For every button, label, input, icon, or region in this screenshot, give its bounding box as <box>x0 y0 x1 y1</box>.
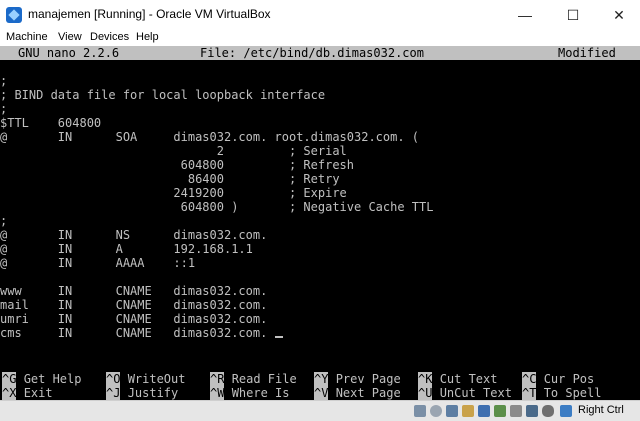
shortcut-key: ^T <box>522 386 537 400</box>
editor-line: cms IN CNAME dimas032.com. <box>0 326 275 340</box>
nano-filename: File: /etc/bind/db.dimas032.com <box>200 46 424 60</box>
shortcut-key: ^J <box>106 386 121 400</box>
shortcut-label: UnCut Text <box>439 386 512 400</box>
shortcut-label: Justify <box>127 386 179 400</box>
editor-line: $TTL 604800 <box>0 116 102 130</box>
shortcut-key: ^K <box>418 372 433 386</box>
editor-line: mail IN CNAME dimas032.com. <box>0 298 268 312</box>
window-titlebar: manajemen [Running] - Oracle VM VirtualB… <box>0 0 640 30</box>
video-capture-icon[interactable] <box>510 405 522 417</box>
shortcut-uncut-text[interactable]: ^U UnCut Text <box>418 386 512 400</box>
shortcut-label: Cur Pos <box>543 372 595 386</box>
virtualbox-icon <box>6 7 22 23</box>
shortcut-cur-pos[interactable]: ^C Cur Pos <box>522 372 594 386</box>
shortcut-exit[interactable]: ^X Exit <box>2 386 53 400</box>
text-cursor <box>274 326 283 338</box>
shortcut-label: To Spell <box>543 386 602 400</box>
shared-folder-icon[interactable] <box>462 405 474 417</box>
shortcut-to-spell[interactable]: ^T To Spell <box>522 386 601 400</box>
shortcut-writeout[interactable]: ^O WriteOut <box>106 372 185 386</box>
shortcut-key: ^C <box>522 372 537 386</box>
editor-line: ; <box>0 102 8 116</box>
shortcut-label: Next Page <box>335 386 401 400</box>
shortcut-key: ^Y <box>314 372 329 386</box>
menu-devices[interactable]: Devices <box>90 31 129 43</box>
close-button[interactable]: ✕ <box>596 0 640 30</box>
shortcut-label: Prev Page <box>335 372 401 386</box>
editor-line: umri IN CNAME dimas032.com. <box>0 312 268 326</box>
display-icon[interactable] <box>478 405 490 417</box>
shortcut-next-page[interactable]: ^V Next Page <box>314 386 401 400</box>
mouse-icon[interactable] <box>542 405 554 417</box>
shortcut-key: ^X <box>2 386 17 400</box>
shortcut-label: WriteOut <box>127 372 186 386</box>
vm-screen[interactable]: GNU nano 2.2.6 File: /etc/bind/db.dimas0… <box>0 46 640 400</box>
usb-icon[interactable] <box>446 405 458 417</box>
shortcut-prev-page[interactable]: ^Y Prev Page <box>314 372 401 386</box>
shortcut-get-help[interactable]: ^G Get Help <box>2 372 81 386</box>
host-key-label: Right Ctrl <box>578 404 624 416</box>
vm-statusbar: Right Ctrl <box>0 400 640 421</box>
editor-line: ; <box>0 214 8 228</box>
editor-line: 604800 ) ; Negative Cache TTL <box>0 200 434 214</box>
shortcut-read-file[interactable]: ^R Read File <box>210 372 297 386</box>
hdd-icon[interactable] <box>414 405 426 417</box>
editor-line: ; BIND data file for local loopback inte… <box>0 88 326 102</box>
shortcut-key: ^O <box>106 372 121 386</box>
shortcut-cut-text[interactable]: ^K Cut Text <box>418 372 497 386</box>
shortcut-label: Get Help <box>23 372 82 386</box>
shortcut-key: ^U <box>418 386 433 400</box>
editor-line: 2 ; Serial <box>0 144 347 158</box>
shortcut-key: ^R <box>210 372 225 386</box>
shortcut-key: ^W <box>210 386 225 400</box>
nano-header: GNU nano 2.2.6 File: /etc/bind/db.dimas0… <box>0 46 640 60</box>
editor-line: @ IN AAAA ::1 <box>0 256 196 270</box>
shortcut-key: ^V <box>314 386 329 400</box>
editor-line: www IN CNAME dimas032.com. <box>0 284 268 298</box>
optical-icon[interactable] <box>430 405 442 417</box>
menu-help[interactable]: Help <box>136 31 159 43</box>
shortcut-justify[interactable]: ^J Justify <box>106 386 178 400</box>
nano-status: Modified <box>558 46 616 60</box>
keyboard-icon[interactable] <box>560 405 572 417</box>
shortcut-label: Cut Text <box>439 372 498 386</box>
shortcut-key: ^G <box>2 372 17 386</box>
editor-line: @ IN SOA dimas032.com. root.dimas032.com… <box>0 130 420 144</box>
shortcut-where-is[interactable]: ^W Where Is <box>210 386 289 400</box>
nano-version: GNU nano 2.2.6 <box>18 46 120 60</box>
editor-line: 604800 ; Refresh <box>0 158 355 172</box>
editor-line: 2419200 ; Expire <box>0 186 347 200</box>
shortcut-label: Exit <box>23 386 53 400</box>
cpu-icon[interactable] <box>526 405 538 417</box>
editor-line: ; <box>0 74 8 88</box>
menu-bar: Machine View Devices Help <box>0 30 640 46</box>
shortcut-label: Read File <box>231 372 297 386</box>
editor-line: 86400 ; Retry <box>0 172 340 186</box>
window-title: manajemen [Running] - Oracle VM VirtualB… <box>28 7 271 21</box>
shortcut-label: Where Is <box>231 386 290 400</box>
editor-line: @ IN NS dimas032.com. <box>0 228 268 242</box>
editor-line-current: cms IN CNAME dimas032.com. <box>0 326 283 340</box>
editor-line: @ IN A 192.168.1.1 <box>0 242 253 256</box>
minimize-button[interactable]: — <box>502 0 548 30</box>
menu-machine[interactable]: Machine <box>6 31 48 43</box>
menu-view[interactable]: View <box>58 31 82 43</box>
network-icon[interactable] <box>494 405 506 417</box>
maximize-button[interactable]: ☐ <box>550 0 596 30</box>
